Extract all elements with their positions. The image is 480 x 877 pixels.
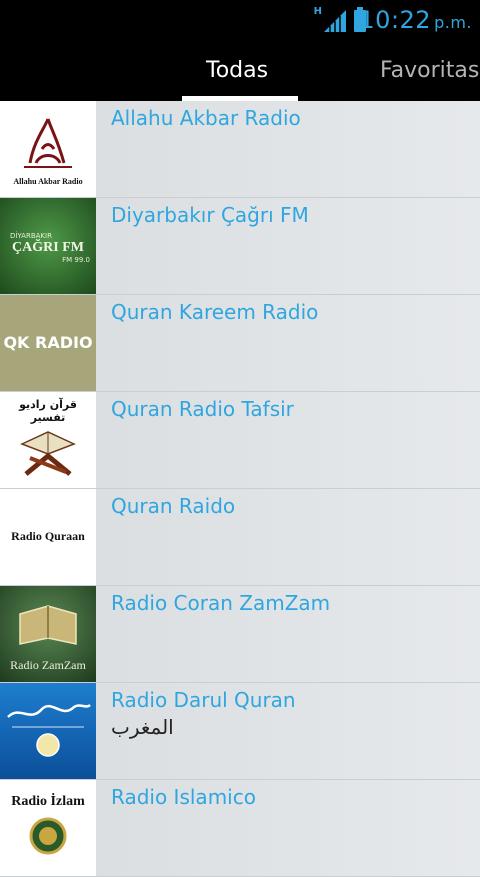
station-logo: Allahu Akbar Radio <box>0 101 96 197</box>
station-logo-text: QK RADIO <box>3 333 93 352</box>
station-logo: DİYARBAKIR ÇAĞRI FM FM 99.0 <box>0 198 96 294</box>
tab-bar: Todas Favoritas <box>0 40 480 101</box>
quran-stand-icon <box>20 431 76 476</box>
station-name: Radio Darul Quran <box>111 688 296 712</box>
station-name: Diyarbakır Çağrı FM <box>111 203 309 227</box>
station-logo-text: Allahu Akbar Radio <box>13 177 83 186</box>
station-row[interactable]: Radio ZamZam Radio Coran ZamZam <box>0 586 480 683</box>
station-name: Allahu Akbar Radio <box>111 106 301 130</box>
station-logo-text: Radio ZamZam <box>10 658 86 672</box>
clock-time: 10:22 <box>359 6 432 34</box>
station-list: Allahu Akbar Radio Allahu Akbar Radio Dİ… <box>0 101 480 877</box>
station-row[interactable]: قرآن راديو تفسير Quran Radio Tafsir <box>0 392 480 489</box>
station-logo-text: ÇAĞRI FM <box>12 240 84 255</box>
station-logo: قرآن راديو تفسير <box>0 392 96 488</box>
signal-icon <box>324 10 346 32</box>
station-name: Quran Radio Tafsir <box>111 397 294 421</box>
station-logo-text: Radio Quraan <box>11 529 85 543</box>
status-bar: H 10:22 p.m. <box>0 0 480 40</box>
station-row[interactable]: DİYARBAKIR ÇAĞRI FM FM 99.0 Diyarbakır Ç… <box>0 198 480 295</box>
station-name: Radio Islamico <box>111 785 256 809</box>
station-logo-text: FM 99.0 <box>62 256 90 264</box>
tab-todas[interactable]: Todas <box>206 58 268 83</box>
clock-ampm: p.m. <box>434 13 472 32</box>
station-row[interactable]: Radio Quraan Quran Raido <box>0 489 480 586</box>
station-name: Quran Raido <box>111 494 236 518</box>
station-subtitle: المغرب <box>111 715 174 739</box>
station-logo: Radio Quraan <box>0 489 96 585</box>
calligraphy-icon <box>7 703 91 757</box>
station-logo: Radio İzlam <box>0 780 96 876</box>
station-logo: QK RADIO <box>0 295 96 391</box>
clock: 10:22 p.m. <box>359 6 472 34</box>
station-row[interactable]: QK RADIO Quran Kareem Radio <box>0 295 480 392</box>
station-logo: Radio ZamZam <box>0 586 96 682</box>
station-name: Quran Kareem Radio <box>111 300 319 324</box>
station-row[interactable]: Radio Darul Quran المغرب <box>0 683 480 780</box>
tab-favoritas[interactable]: Favoritas <box>380 58 479 83</box>
station-logo <box>0 683 96 779</box>
network-type-icon: H <box>313 6 322 17</box>
station-logo-text: DİYARBAKIR <box>10 232 52 240</box>
station-name: Radio Coran ZamZam <box>111 591 331 615</box>
status-icons: H <box>314 6 366 32</box>
station-row[interactable]: Radio İzlam Radio Islamico <box>0 780 480 877</box>
station-row[interactable]: Allahu Akbar Radio Allahu Akbar Radio <box>0 101 480 198</box>
emblem-icon <box>29 817 67 855</box>
